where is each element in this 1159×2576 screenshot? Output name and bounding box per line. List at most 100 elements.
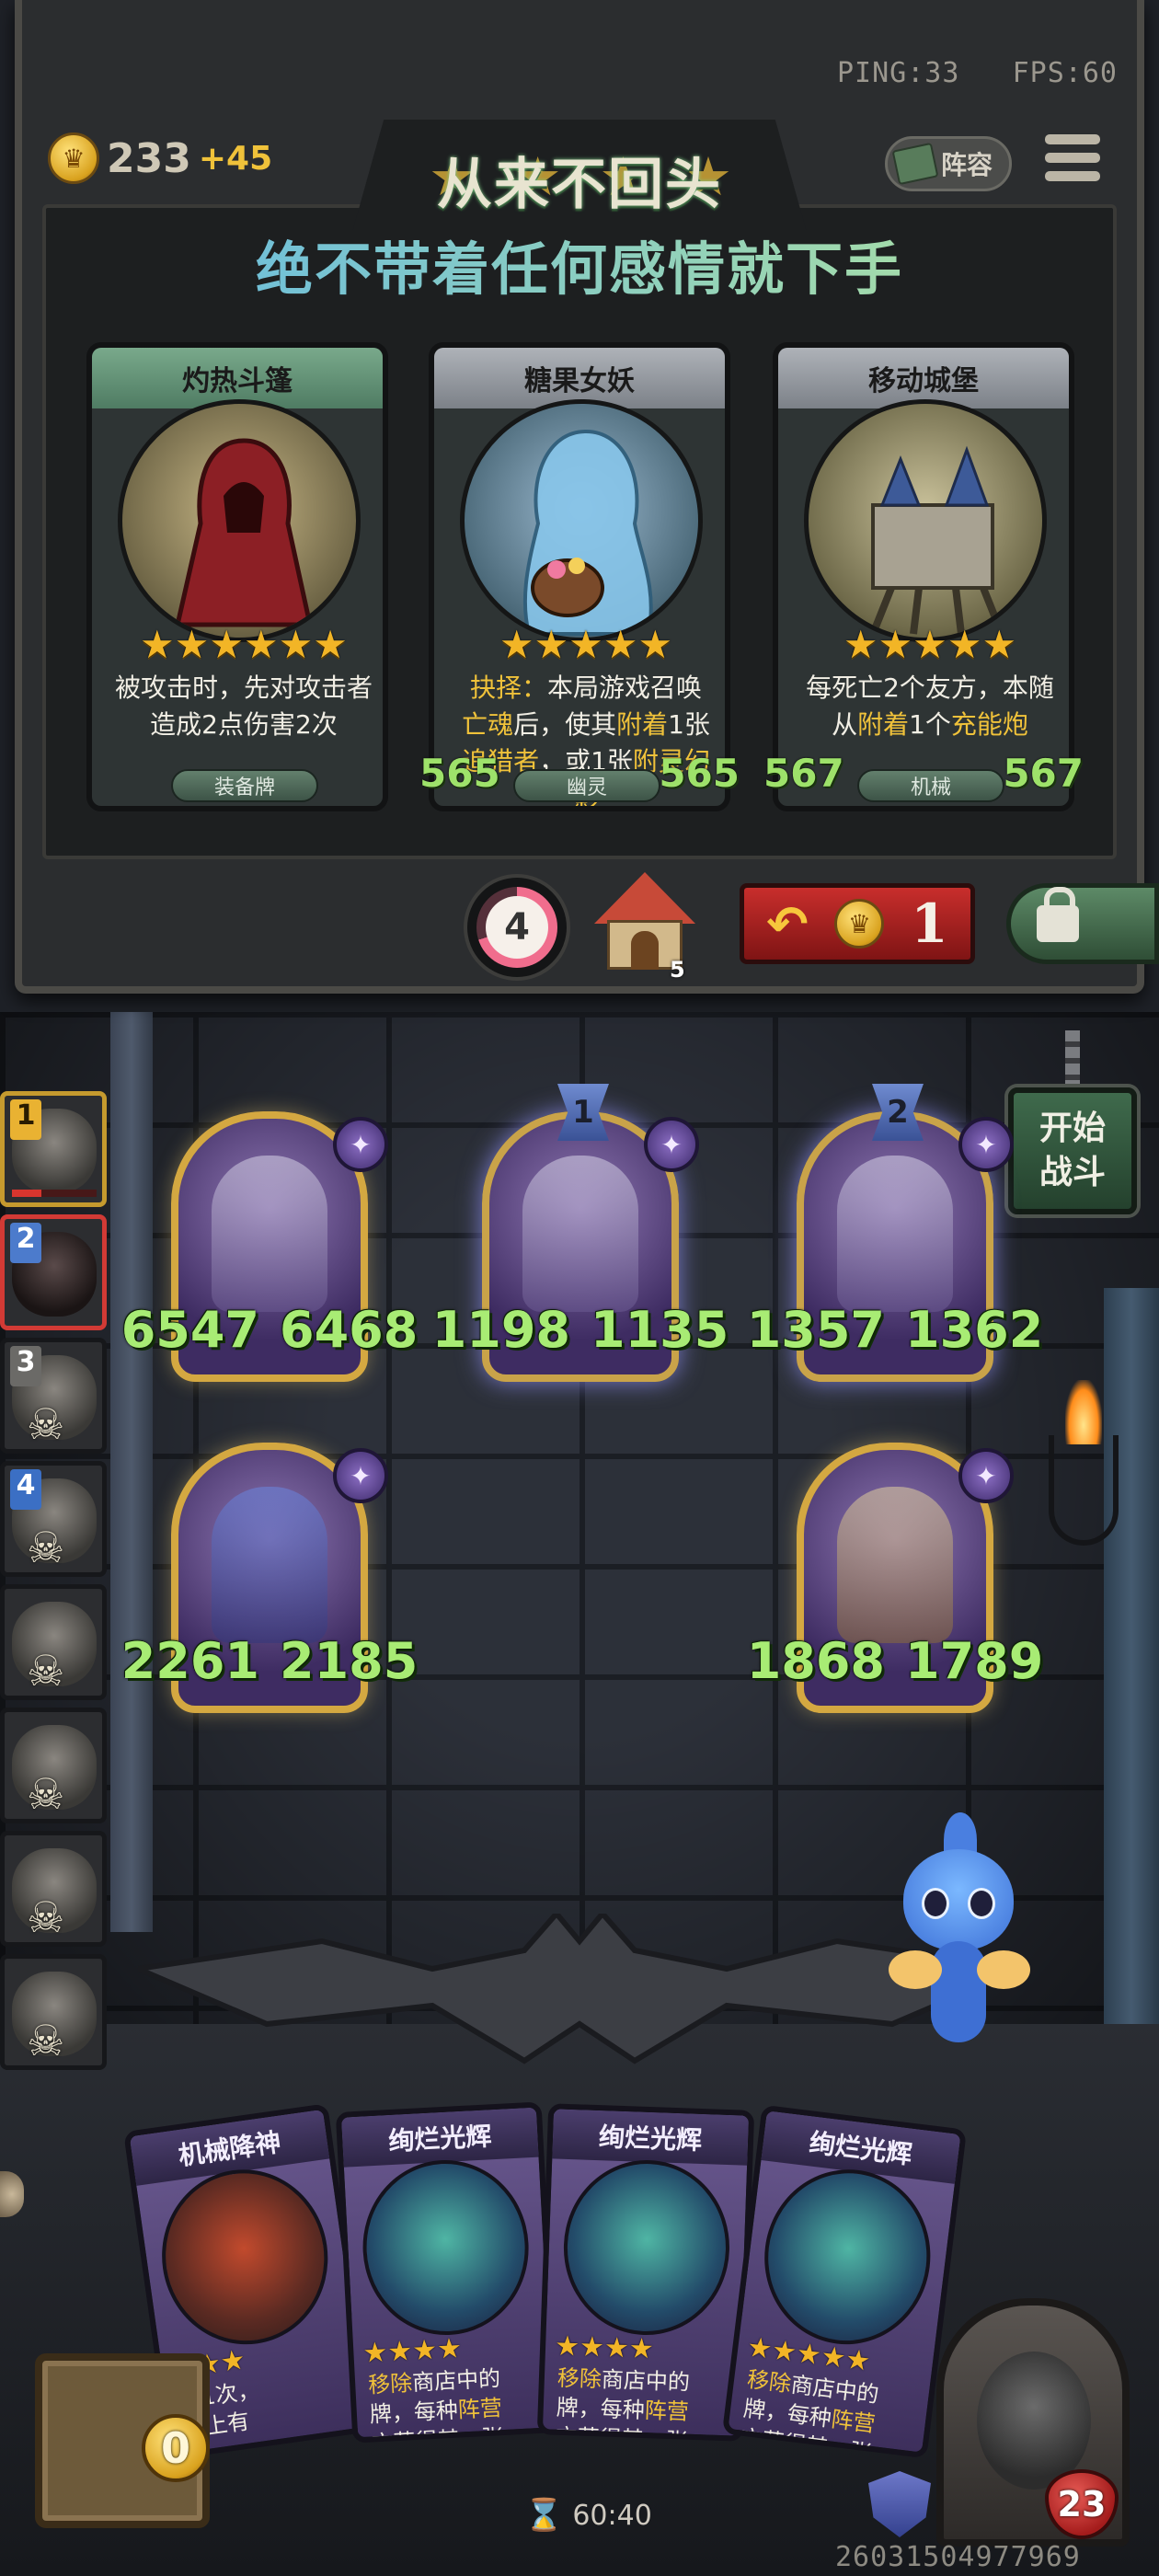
hero-title: 从来不回头: [437, 153, 722, 217]
hero-subtitle: 绝不带着任何感情就下手: [0, 223, 1159, 305]
hand-card-text: 移除商店中的 牌，每种阵营 方获得其一张: [555, 2364, 691, 2442]
shop-card-text: 每死亡2个友方，本随从附着1个充能炮: [806, 673, 1054, 740]
hand-card-name: 绚烂光辉: [552, 2109, 750, 2166]
minion-portrait: [837, 1156, 953, 1312]
hourglass-icon: ⌛: [524, 2497, 564, 2534]
upgrade-cost: 5: [670, 957, 685, 983]
star-icon: ★★★★★★: [140, 622, 348, 667]
shop-card[interactable]: 移动城堡 ★★★★★ 每死亡2个友方，本随从附着1个充能炮 机械 567 567: [763, 342, 1084, 821]
gold-stash[interactable]: 0: [17, 2317, 226, 2537]
player-slot[interactable]: ☠: [0, 1831, 107, 1947]
shop-card-stars: ★★★★★★: [120, 622, 368, 667]
skull-icon: ☠: [27, 1769, 65, 1819]
player-slot[interactable]: 3 ☠: [0, 1338, 107, 1454]
player-rank: 2: [10, 1223, 41, 1263]
minion-attack: 2261: [120, 1632, 259, 1690]
skull-icon: ☠: [27, 1892, 65, 1942]
player-rank: 3: [10, 1346, 41, 1386]
shop-card[interactable]: 糖果女妖 ★★★★★ 抉择：本局游戏召唤 亡魂后，使其附着1张 追猎者，或1张附…: [419, 342, 740, 821]
shop-card-art: [118, 399, 361, 642]
hand-card-art: [358, 2156, 534, 2340]
board-minion[interactable]: ✦ 1868 1789: [747, 1443, 1043, 1713]
gold-stash-value: 0: [142, 2414, 210, 2482]
torch-holder: [1049, 1435, 1119, 1546]
hero-avatar: [977, 2352, 1091, 2490]
lineup-button[interactable]: 阵容: [885, 136, 1012, 191]
shop-card-health: 567: [1003, 751, 1084, 796]
coin-icon: ♛: [834, 899, 885, 949]
player-slot[interactable]: ☠: [0, 1584, 107, 1700]
minion-portrait: [522, 1156, 638, 1312]
start-battle-label-1: 开始: [1039, 1110, 1106, 1147]
player-slot[interactable]: 1: [0, 1091, 107, 1207]
hand-card-stars: ★★★★: [555, 2330, 740, 2369]
hand-card-name: 绚烂光辉: [341, 2107, 539, 2168]
star-icon: ★★★★: [554, 2329, 655, 2366]
tavern-tier-badge[interactable]: 4: [464, 874, 570, 981]
star-icon: ★★★★★: [499, 622, 673, 667]
lineup-book-icon: [891, 142, 939, 186]
candy-banshee-icon: [522, 429, 653, 636]
start-battle-button[interactable]: 开始 战斗: [1008, 1087, 1137, 1214]
player-slot[interactable]: 4 ☠: [0, 1461, 107, 1577]
minion-health: 1135: [591, 1301, 729, 1359]
refresh-icon: ↶: [766, 894, 809, 953]
timer-value: 60:40: [572, 2499, 652, 2532]
player-slot[interactable]: 2: [0, 1214, 107, 1330]
player-list: 1 2 3 ☠ 4 ☠ ☠ ☠ ☠ ☠: [0, 1091, 114, 2077]
minion-tribe-icon: ✦: [644, 1117, 699, 1172]
shop-card-art: [804, 399, 1047, 642]
board-minion[interactable]: 2 ✦ 1357 1362: [747, 1084, 1043, 1382]
hand-card[interactable]: 绚烂光辉 ★★★★ 移除商店中的 牌，每种阵营 方获得其一张: [536, 2103, 755, 2442]
player-health-bar: [12, 1190, 97, 1197]
menu-icon[interactable]: [1045, 134, 1100, 191]
refresh-button[interactable]: ↶ ♛ 1: [740, 883, 975, 964]
network-status: PING:33 FPS:60: [837, 57, 1118, 89]
shop-card[interactable]: 灼热斗篷 ★★★★★★ 被攻击时，先对攻击者造成2点伤害2次 装备牌: [81, 342, 394, 821]
shop-card-frame: 移动城堡 ★★★★★ 每死亡2个友方，本随从附着1个充能炮 机械: [773, 342, 1074, 811]
player-slot[interactable]: ☠: [0, 1708, 107, 1823]
left-pillar: [110, 1012, 153, 1932]
shop-card-stars: ★★★★★: [462, 622, 710, 667]
coin-icon: ♛: [48, 132, 99, 184]
turn-timer: ⌛ 60:40: [524, 2497, 652, 2534]
hand-card-frame: 绚烂光辉 ★★★★ 移除商店中的 牌，每种阵营 方获得其一张: [536, 2103, 755, 2442]
right-pillar: [1104, 1288, 1159, 2116]
start-battle-label-2: 战斗: [1039, 1154, 1106, 1191]
game-id: 26031504977969: [835, 2541, 1081, 2573]
shop-card-frame: 糖果女妖 ★★★★★ 抉择：本局游戏召唤 亡魂后，使其附着1张 追猎者，或1张附…: [429, 342, 730, 811]
minion-portrait: [212, 1156, 327, 1312]
seahorse-pet[interactable]: [889, 1812, 1036, 2088]
shop-card-tag: 幽灵: [513, 769, 660, 802]
freeze-button[interactable]: [1006, 883, 1159, 964]
shop-card-health: 565: [659, 751, 740, 796]
fps-value: FPS:60: [1012, 57, 1118, 89]
minion-health: 6468: [280, 1301, 419, 1359]
hand-card[interactable]: 绚烂光辉 ★★★★ 移除商店中的 牌，每种阵营 方获得其一张: [335, 2101, 559, 2444]
board-minion[interactable]: ✦ 6547 6468: [121, 1111, 418, 1382]
player-slot[interactable]: ☠: [0, 1954, 107, 2070]
minion-attack: 1868: [746, 1632, 885, 1690]
minion-attack: 1357: [746, 1301, 885, 1359]
board-minion[interactable]: 1 ✦ 1198 1135: [432, 1084, 729, 1382]
shop-card-art: [460, 399, 703, 642]
minion-health: 2185: [280, 1632, 419, 1690]
shop-card-tag: 装备牌: [171, 769, 318, 802]
hand-card[interactable]: 绚烂光辉 ★★★★★ 移除商店中的 牌，每种阵营 方获得其一张: [721, 2104, 968, 2459]
skull-icon: ☠: [27, 1646, 65, 1696]
skull-icon: ☠: [27, 1523, 65, 1572]
refresh-cost: 1: [911, 892, 948, 955]
minion-attack: 1198: [431, 1301, 570, 1359]
chain-decor: [1065, 1030, 1080, 1093]
skull-icon: ☠: [27, 2016, 65, 2065]
ping-value: PING:33: [837, 57, 960, 89]
minion-portrait: [837, 1487, 953, 1643]
board-minion[interactable]: ✦ 2261 2185: [121, 1443, 418, 1713]
minion-tribe-icon: ✦: [333, 1448, 388, 1503]
minion-health: 1789: [905, 1632, 1044, 1690]
tavern-tier-value: 4: [486, 896, 548, 959]
shop-card-tag: 机械: [857, 769, 1004, 802]
shop-card-attack: 565: [419, 751, 500, 796]
minion-tribe-icon: ✦: [958, 1448, 1014, 1503]
hand-card-text: 移除商店中的 牌，每种阵营 方获得其一张: [367, 2365, 505, 2444]
